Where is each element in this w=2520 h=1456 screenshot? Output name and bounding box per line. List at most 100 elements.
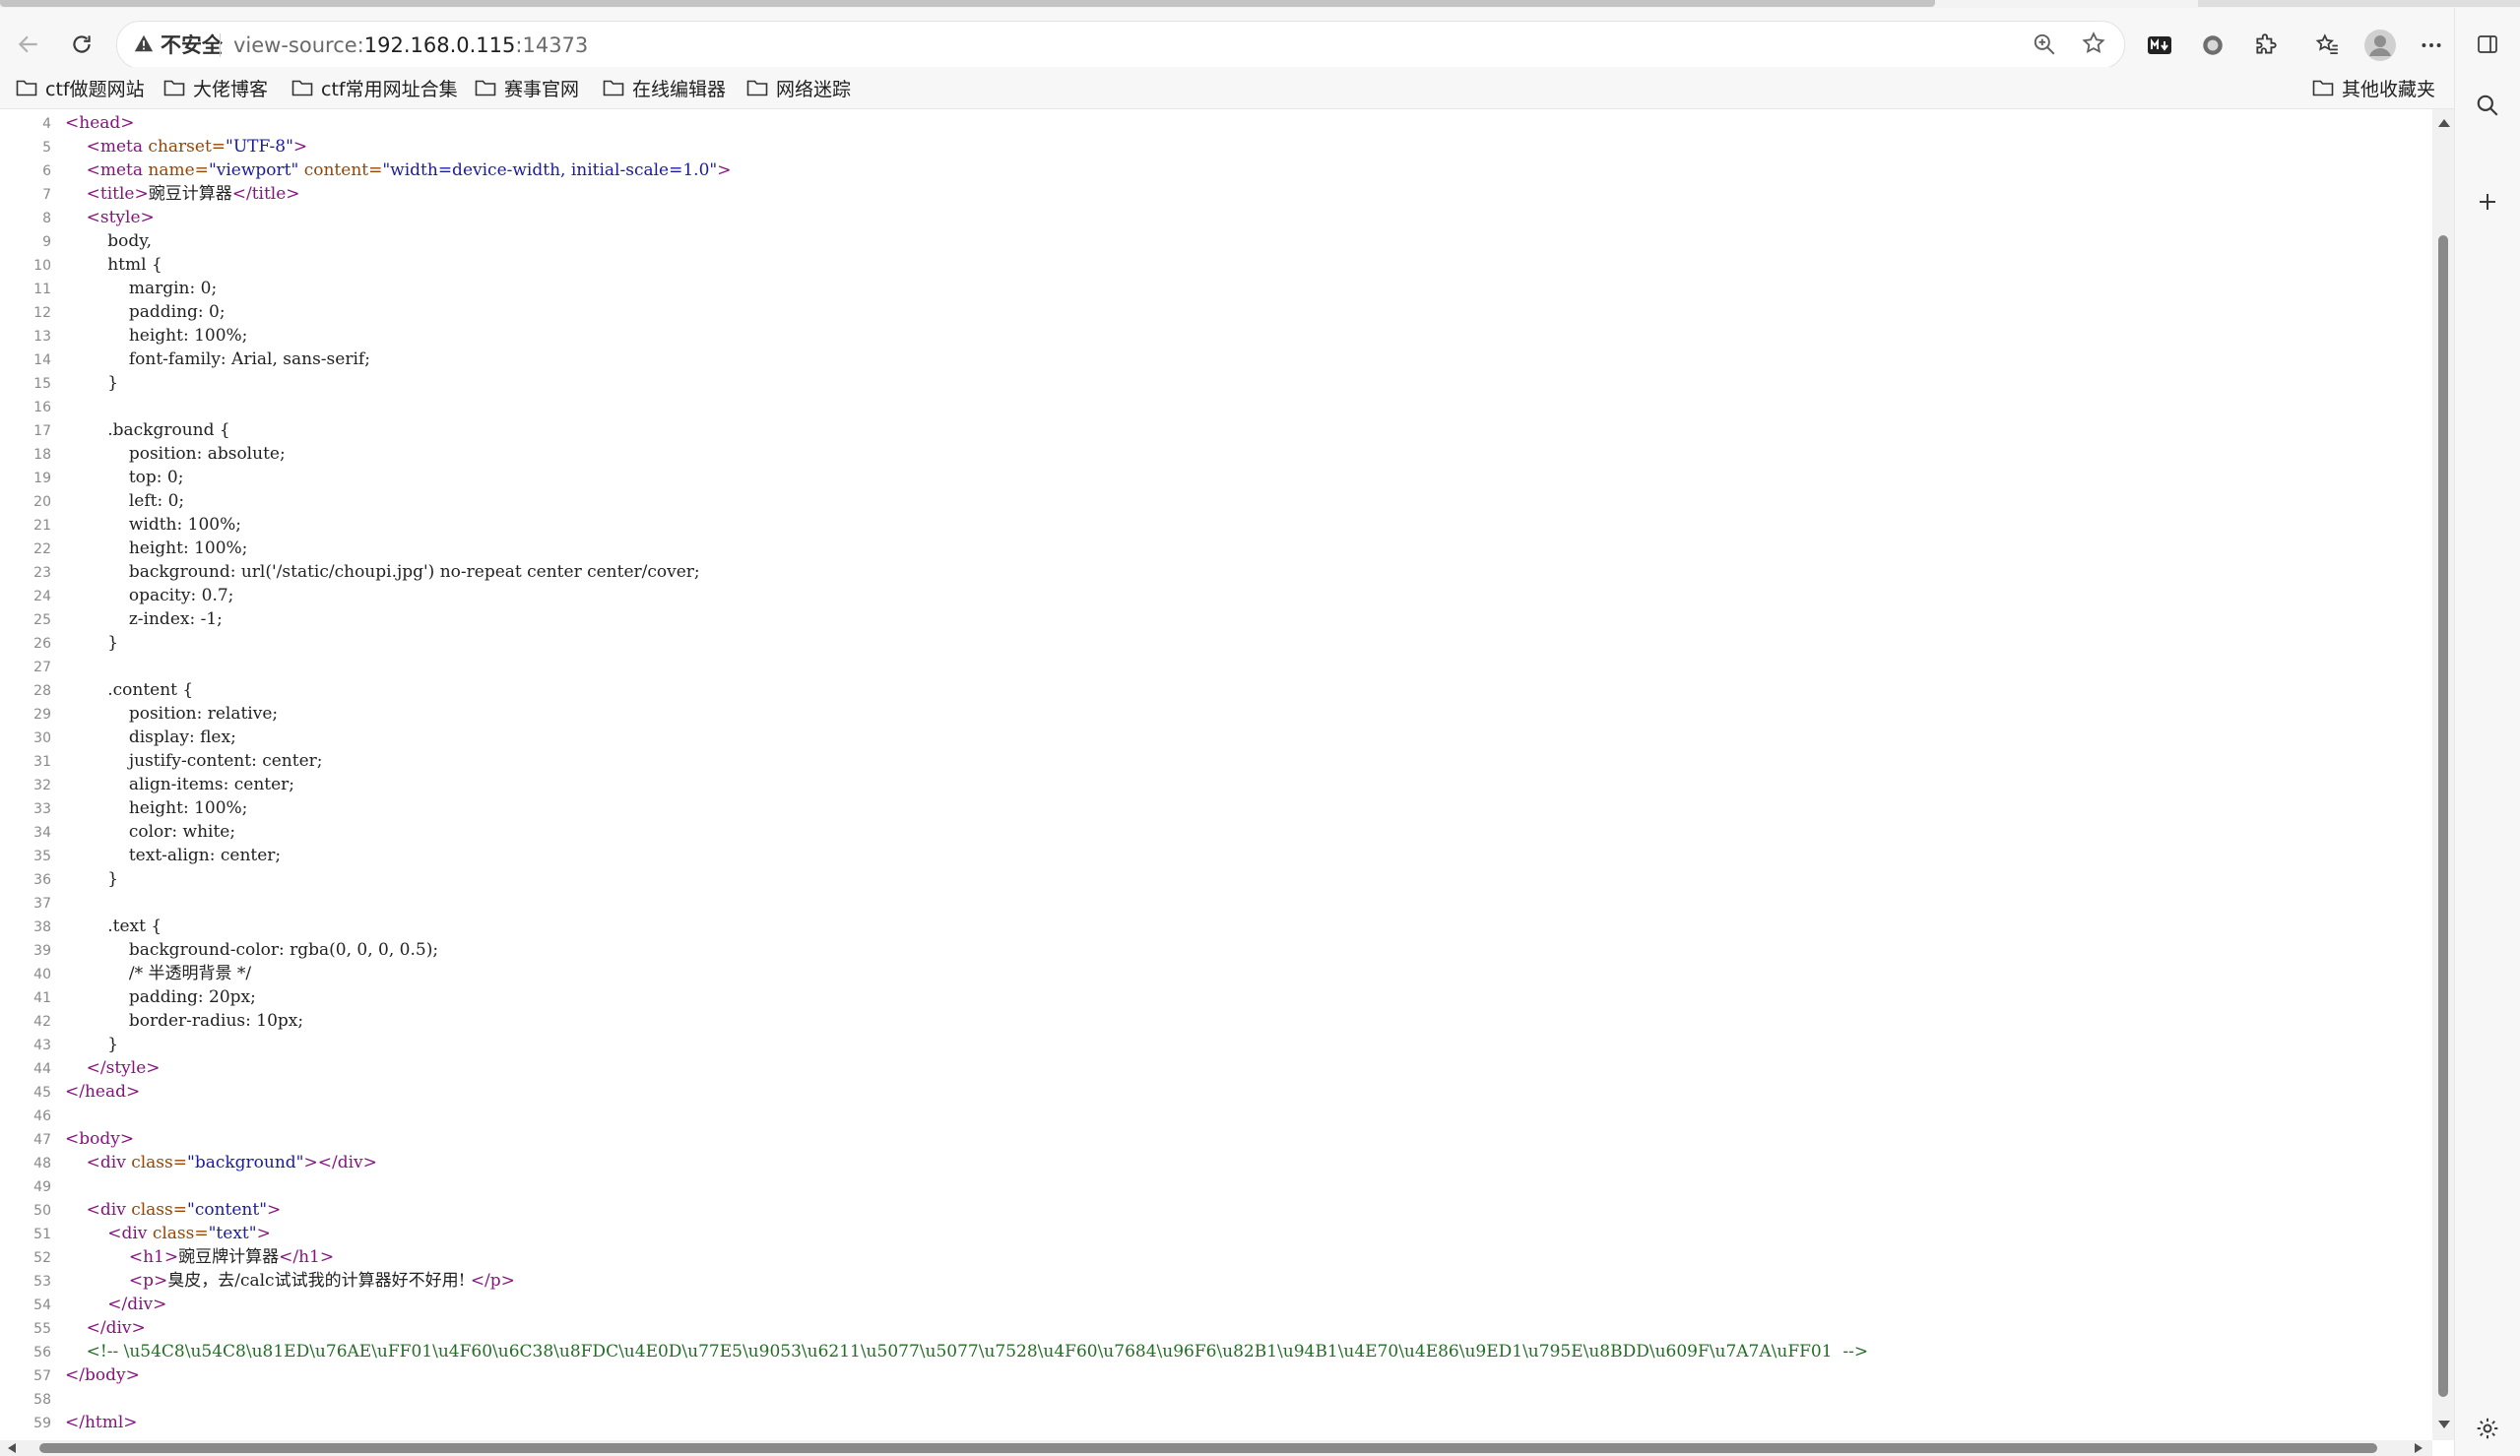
tab-strip-scroll-thumb[interactable] (0, 0, 1935, 7)
source-line: 7 <title>豌豆计算器</title> (0, 182, 1868, 206)
bookmark-folder-events[interactable]: 赛事官网 (475, 73, 579, 102)
source-line: 45 </head> (0, 1080, 1868, 1104)
source-line: 44 </style> (0, 1056, 1868, 1080)
line-number: 35 (33, 849, 51, 864)
line-code: justify-content: center; (65, 751, 323, 771)
line-number: 37 (33, 896, 51, 912)
source-line: 21 width: 100%; (0, 513, 1868, 537)
line-code: align-items: center; (65, 775, 295, 794)
vertical-scrollbar[interactable] (2432, 109, 2454, 1440)
line-code: .text { (65, 917, 162, 936)
bookmark-folder-editors[interactable]: 在线编辑器 (603, 73, 726, 102)
source-line: 8 <style> (0, 206, 1868, 229)
line-code: <p>臭皮，去/calc试试我的计算器好不好用! </p> (128, 1271, 515, 1291)
bookmark-folder-ctf-links[interactable]: ctf常用网址合集 (291, 73, 458, 102)
line-number: 11 (33, 282, 51, 297)
scroll-up-arrow[interactable] (2438, 119, 2450, 127)
line-code: <div class="text"> (107, 1224, 271, 1243)
line-number: 16 (33, 400, 51, 415)
sidebar-icon[interactable] (2465, 22, 2510, 67)
warning-triangle-icon[interactable] (133, 32, 159, 58)
line-code: } (65, 633, 119, 653)
bookmarks-bar: ctf做题网站 大佬博客 ctf常用网址合集 赛事官网 在线编辑器 网络迷踪 其… (0, 67, 2520, 109)
favorites-icon[interactable] (2304, 23, 2350, 68)
source-line: 46 (0, 1104, 1868, 1127)
line-number: 52 (33, 1250, 51, 1266)
source-line: 22 height: 100%; (0, 537, 1868, 560)
url-text[interactable]: view-source:192.168.0.115:14373 (233, 32, 588, 59)
line-code: top: 0; (65, 468, 184, 487)
folder-icon (603, 80, 624, 96)
line-number: 21 (33, 518, 51, 534)
source-line: 29 position: relative; (0, 702, 1868, 726)
line-code: left: 0; (65, 491, 185, 511)
puzzle-icon[interactable] (2243, 23, 2289, 68)
more-icon[interactable] (2409, 23, 2454, 68)
source-lines: 4 <head> 5 <meta charset="UTF-8"> 6 <meta n… (0, 111, 1868, 1434)
vertical-scroll-thumb[interactable] (2438, 235, 2448, 1397)
plus-icon[interactable] (2465, 179, 2510, 224)
source-line: 48 <div class="background"></div> (0, 1151, 1868, 1174)
markdown-icon[interactable] (2137, 23, 2182, 68)
line-code: height: 100%; (65, 538, 248, 558)
record-icon[interactable] (2190, 23, 2235, 68)
folder-icon (746, 80, 768, 96)
search-icon[interactable] (2465, 83, 2510, 128)
folder-icon (2312, 80, 2334, 96)
line-number: 53 (33, 1274, 51, 1290)
bookmark-label: 赛事官网 (504, 78, 580, 100)
line-number: 54 (33, 1298, 51, 1313)
star-icon[interactable] (2081, 31, 2108, 58)
horizontal-scrollbar[interactable] (0, 1440, 2432, 1456)
url-host: 192.168.0.115 (363, 33, 516, 57)
source-viewer[interactable]: 4 <head> 5 <meta charset="UTF-8"> 6 <meta n… (0, 109, 2453, 1440)
reload-icon[interactable] (59, 22, 104, 67)
address-bar[interactable]: 不安全 view-source:192.168.0.115:14373 (116, 21, 2125, 69)
line-number: 29 (33, 707, 51, 723)
line-number: 57 (33, 1368, 51, 1384)
line-number: 13 (33, 329, 51, 345)
line-number: 34 (33, 825, 51, 841)
bookmark-folder-blogs[interactable]: 大佬博客 (163, 73, 268, 102)
line-code: </head> (65, 1082, 141, 1102)
scroll-right-arrow[interactable] (2415, 1443, 2423, 1453)
gear-icon[interactable] (2465, 1406, 2510, 1451)
source-line: 13 height: 100%; (0, 324, 1868, 348)
back-arrow-icon[interactable] (6, 22, 51, 67)
line-number: 43 (33, 1038, 51, 1053)
source-line: 26 } (0, 631, 1868, 655)
line-code: padding: 0; (65, 302, 226, 322)
avatar-icon[interactable] (2358, 23, 2403, 68)
bookmark-folder-osint[interactable]: 网络迷踪 (746, 73, 851, 102)
source-line: 34 color: white; (0, 820, 1868, 844)
line-number: 46 (33, 1108, 51, 1124)
scroll-down-arrow[interactable] (2438, 1421, 2450, 1428)
line-code: position: relative; (65, 704, 279, 724)
scroll-left-arrow[interactable] (8, 1443, 16, 1453)
bookmark-label: 大佬博客 (193, 78, 269, 100)
line-number: 49 (33, 1179, 51, 1195)
security-label[interactable]: 不安全 (161, 32, 223, 59)
line-code: <head> (65, 113, 135, 133)
line-code: text-align: center; (65, 846, 282, 865)
folder-icon (16, 80, 37, 96)
zoom-icon[interactable] (2032, 32, 2059, 59)
source-line: 41 padding: 20px; (0, 985, 1868, 1009)
line-code: } (65, 869, 119, 889)
source-line: 40 /* 半透明背景 */ (0, 962, 1868, 985)
other-bookmarks-folder[interactable]: 其他收藏夹 (2312, 73, 2435, 102)
folder-icon (291, 80, 313, 96)
line-number: 4 (42, 116, 51, 132)
bookmark-folder-ctf-sites[interactable]: ctf做题网站 (16, 73, 145, 102)
line-number: 6 (42, 163, 51, 179)
line-number: 47 (33, 1132, 51, 1148)
line-code: padding: 20px; (65, 987, 256, 1007)
line-code: <meta charset="UTF-8"> (86, 137, 308, 157)
source-line: 59 </html> (0, 1411, 1868, 1434)
line-code: </div> (107, 1295, 167, 1314)
url-prefix: view-source: (233, 33, 364, 57)
horizontal-scroll-thumb[interactable] (39, 1443, 2377, 1453)
source-line: 16 (0, 395, 1868, 418)
line-number: 19 (33, 471, 51, 486)
line-number: 55 (33, 1321, 51, 1337)
